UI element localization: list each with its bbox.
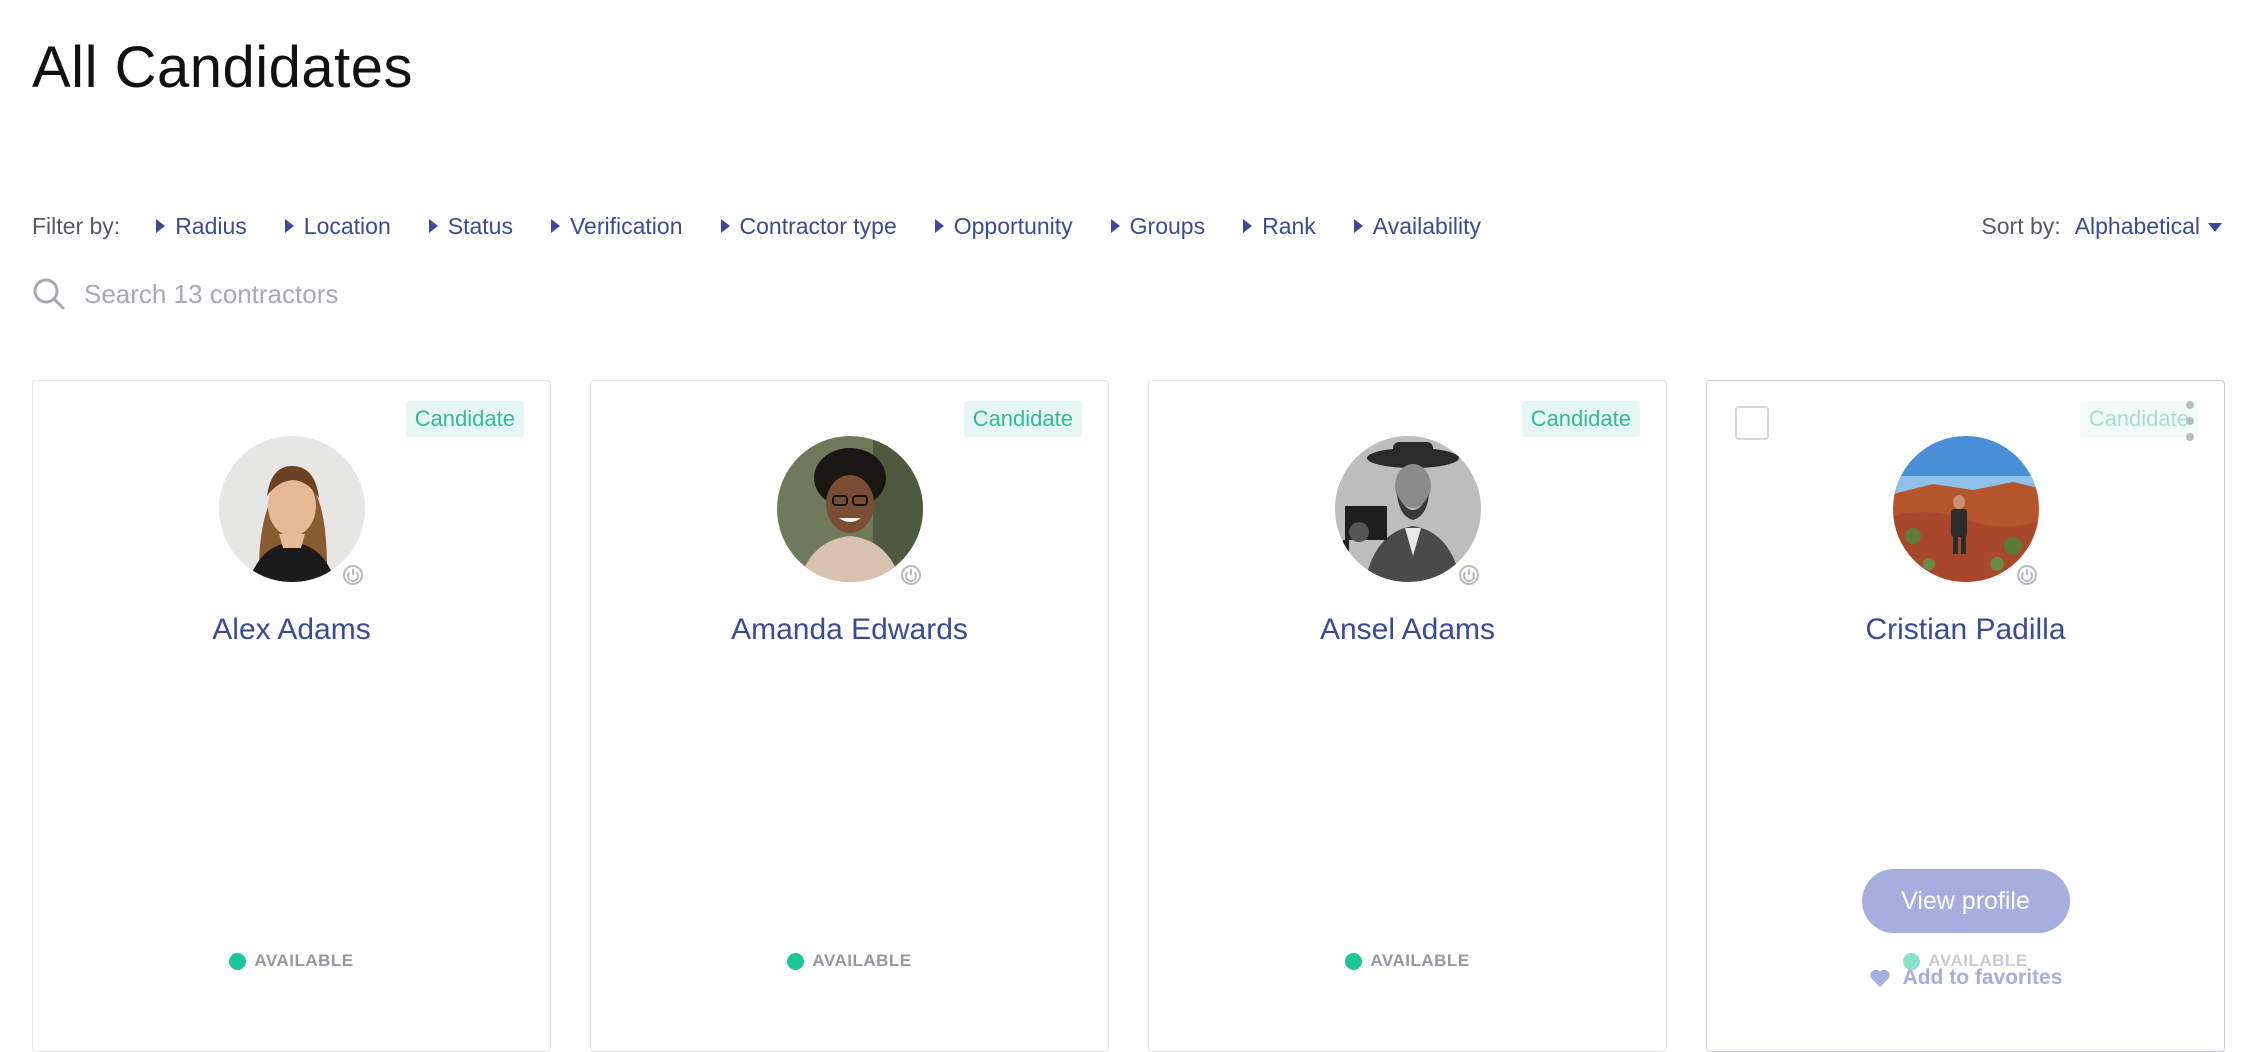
heart-icon [1869, 969, 1890, 988]
page-title: All Candidates [32, 35, 413, 100]
power-icon [897, 562, 924, 588]
caret-right-icon [1110, 219, 1120, 233]
candidate-card[interactable]: Candidate Alex Adams AVAILABLE [32, 380, 551, 1052]
candidate-name[interactable]: Alex Adams [33, 613, 550, 647]
search-icon [33, 278, 65, 310]
power-icon [339, 562, 366, 588]
filter-opportunity[interactable]: Opportunity [934, 212, 1073, 240]
search-input[interactable] [82, 277, 586, 311]
candidate-tag: Candidate [963, 401, 1082, 437]
avatar-photo [776, 436, 923, 582]
filter-bar: Filter by: Radius Location Status Verifi… [32, 206, 2222, 246]
availability-status: AVAILABLE [33, 951, 550, 971]
candidate-card[interactable]: Candidate Ansel Adams AVAILABLE [1148, 380, 1667, 1052]
availability-status: AVAILABLE [591, 951, 1108, 971]
select-checkbox[interactable] [1735, 406, 1769, 440]
filter-status[interactable]: Status [428, 212, 513, 240]
view-profile-button[interactable]: View profile [1861, 869, 2070, 933]
power-icon [1455, 562, 1482, 588]
power-icon [2013, 562, 2040, 588]
caret-right-icon [284, 219, 294, 233]
sort-value: Alphabetical [2074, 212, 2200, 239]
candidate-tag: Candidate [405, 401, 524, 437]
caret-right-icon [156, 219, 166, 233]
filter-verification[interactable]: Verification [550, 212, 683, 240]
avatar-photo [1334, 436, 1481, 582]
avatar [776, 436, 924, 588]
filter-item-label: Status [447, 212, 513, 239]
status-label: AVAILABLE [812, 951, 912, 970]
candidate-name[interactable]: Amanda Edwards [591, 613, 1108, 647]
filter-item-label: Groups [1129, 212, 1206, 239]
filter-item-label: Contractor type [739, 212, 897, 239]
caret-right-icon [1243, 219, 1253, 233]
filter-contractor-type[interactable]: Contractor type [720, 212, 897, 240]
candidate-name[interactable]: Cristian Padilla [1707, 613, 2224, 647]
add-to-favorites-button[interactable]: Add to favorites [1707, 966, 2224, 990]
status-dot-icon [787, 952, 805, 970]
filter-radius[interactable]: Radius [156, 213, 247, 240]
caret-right-icon [720, 219, 730, 233]
filter-item-label: Verification [569, 212, 683, 239]
availability-status: AVAILABLE [1149, 951, 1666, 971]
filter-item-label: Location [303, 212, 391, 239]
avatar-photo [1892, 436, 2039, 582]
avatar [1892, 436, 2040, 588]
candidate-tag: Candidate [1521, 401, 1640, 437]
status-dot-icon [1345, 952, 1363, 970]
avatar [218, 436, 366, 588]
sort-label: Sort by: [1981, 212, 2061, 239]
filter-label: Filter by: [32, 212, 121, 239]
status-label: AVAILABLE [1370, 951, 1470, 970]
filter-item-label: Radius [175, 212, 247, 239]
filter-item-label: Rank [1262, 212, 1316, 239]
avatar-photo [218, 436, 365, 582]
candidate-tag: Candidate [2079, 401, 2198, 437]
filter-groups[interactable]: Groups [1110, 212, 1206, 240]
sort-dropdown[interactable]: Alphabetical [2075, 213, 2222, 240]
caret-right-icon [428, 219, 438, 233]
more-options-icon[interactable] [2184, 401, 2196, 441]
caret-down-icon [2208, 222, 2222, 232]
candidate-card[interactable]: Candidate Cristian Padilla View profile … [1706, 380, 2225, 1052]
candidate-name[interactable]: Ansel Adams [1149, 613, 1666, 647]
search-bar [32, 272, 632, 316]
filter-item-label: Availability [1372, 212, 1482, 239]
candidate-card[interactable]: Candidate Amanda Edwards AVAILABLE [590, 380, 1109, 1052]
status-label: AVAILABLE [254, 951, 354, 970]
caret-right-icon [1353, 219, 1363, 233]
filter-location[interactable]: Location [284, 212, 391, 240]
filter-availability[interactable]: Availability [1353, 212, 1482, 240]
caret-right-icon [550, 219, 560, 233]
status-dot-icon [229, 952, 247, 970]
filter-rank[interactable]: Rank [1243, 213, 1316, 240]
filter-item-label: Opportunity [953, 212, 1073, 239]
sort-control: Sort by: Alphabetical [1981, 213, 2222, 240]
favorites-label: Add to favorites [1902, 966, 2063, 989]
avatar [1334, 436, 1482, 588]
caret-right-icon [934, 219, 944, 233]
